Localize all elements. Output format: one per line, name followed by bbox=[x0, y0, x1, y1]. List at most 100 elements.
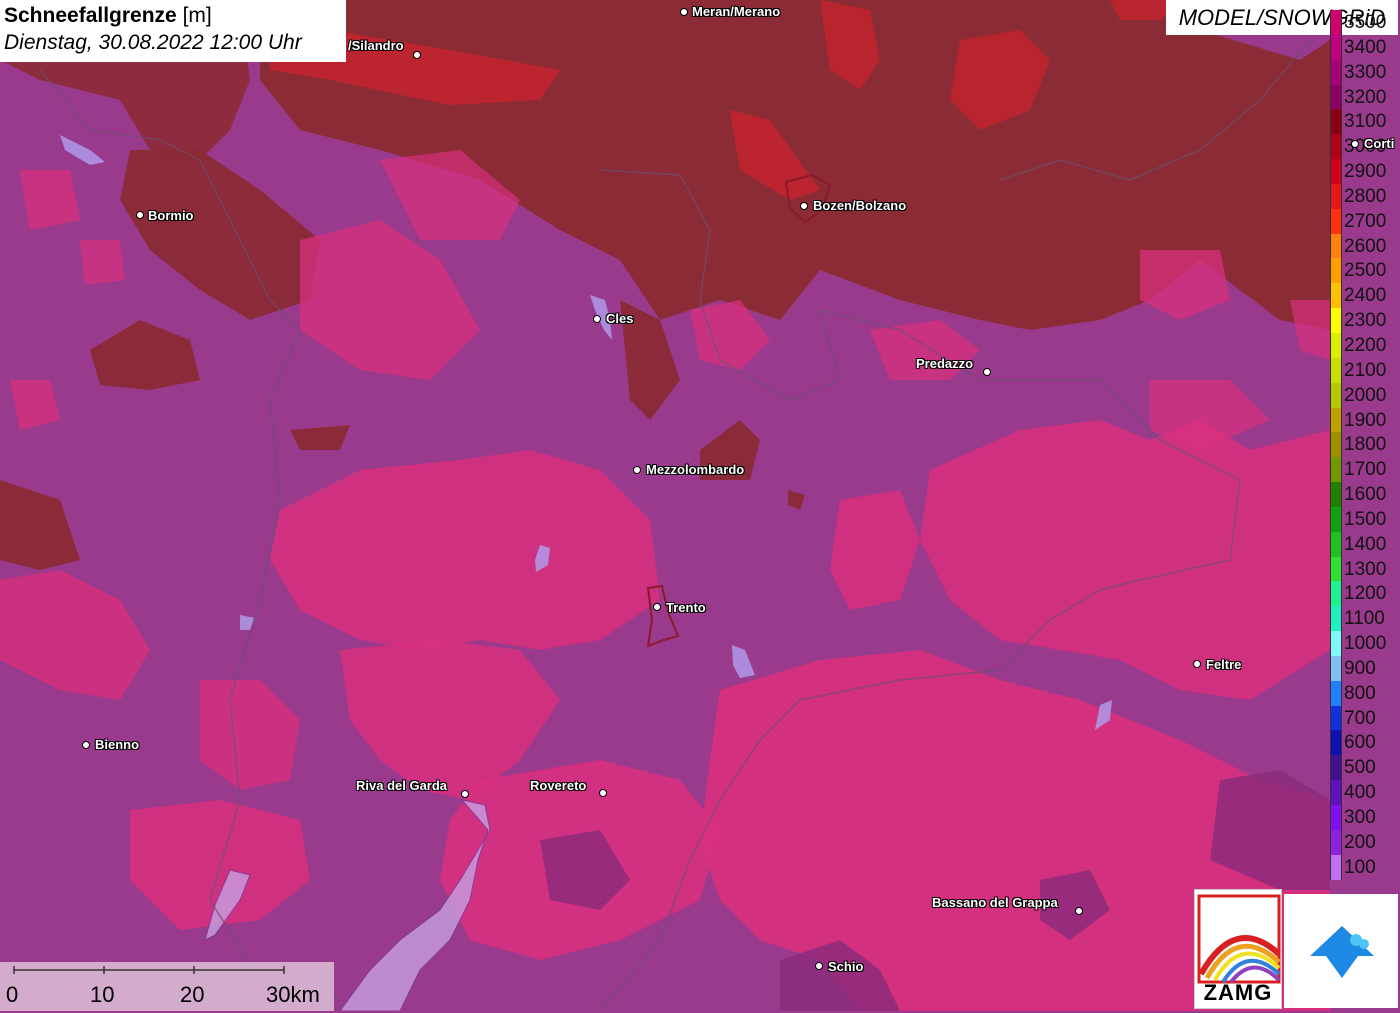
legend-label: 1900 bbox=[1344, 409, 1387, 431]
legend-row: 2700 bbox=[1330, 208, 1400, 234]
legend-swatch bbox=[1330, 606, 1342, 632]
legend-row: 1500 bbox=[1330, 506, 1400, 532]
legend-label: 400 bbox=[1344, 782, 1376, 804]
legend-row: 3200 bbox=[1330, 84, 1400, 110]
legend-swatch bbox=[1330, 506, 1342, 532]
legend-swatch bbox=[1330, 805, 1342, 830]
legend-label: 100 bbox=[1344, 856, 1376, 878]
city-marker[interactable] bbox=[815, 962, 823, 970]
city-marker[interactable] bbox=[653, 603, 661, 611]
scale-label-30: 30km bbox=[266, 982, 320, 1007]
scale-label-10: 10 bbox=[90, 982, 115, 1007]
city-label[interactable]: Feltre bbox=[1206, 657, 1241, 672]
city-marker[interactable] bbox=[82, 741, 90, 749]
legend-swatch bbox=[1330, 382, 1342, 408]
legend-row: 3400 bbox=[1330, 34, 1400, 60]
legend-swatch bbox=[1330, 655, 1342, 681]
city-marker[interactable] bbox=[1193, 660, 1201, 668]
legend-row: 2000 bbox=[1330, 382, 1400, 408]
legend-label: 2700 bbox=[1344, 210, 1387, 232]
legend-label: 3500 bbox=[1344, 12, 1387, 33]
map-datetime: Dienstag, 30.08.2022 12:00 Uhr bbox=[4, 31, 302, 54]
city-marker[interactable] bbox=[983, 368, 991, 376]
legend-row: 1900 bbox=[1330, 407, 1400, 433]
legend-label: 2200 bbox=[1344, 334, 1387, 356]
legend-label: 1200 bbox=[1344, 583, 1387, 605]
legend-row: 600 bbox=[1330, 730, 1400, 756]
legend-swatch bbox=[1330, 134, 1342, 160]
legend-label: 1700 bbox=[1344, 459, 1387, 481]
legend-row: 400 bbox=[1330, 780, 1400, 805]
legend-swatch bbox=[1330, 581, 1342, 607]
legend-swatch bbox=[1330, 183, 1342, 209]
snowfall-map[interactable] bbox=[0, 0, 1400, 1011]
legend-row: 2600 bbox=[1330, 233, 1400, 259]
legend-row: 2400 bbox=[1330, 283, 1400, 309]
city-marker[interactable] bbox=[1075, 907, 1083, 915]
legend-swatch bbox=[1330, 407, 1342, 433]
city-marker[interactable] bbox=[800, 202, 808, 210]
legend-label: 800 bbox=[1344, 682, 1376, 704]
legend-swatch bbox=[1330, 631, 1342, 656]
legend-swatch bbox=[1330, 556, 1342, 582]
legend-label: 200 bbox=[1344, 831, 1376, 853]
legend-row: 700 bbox=[1330, 705, 1400, 731]
city-marker[interactable] bbox=[1351, 140, 1359, 148]
legend-swatch bbox=[1330, 482, 1342, 507]
city-label[interactable]: Bienno bbox=[95, 737, 139, 752]
city-label[interactable]: Rovereto bbox=[530, 778, 586, 793]
legend-swatch bbox=[1330, 457, 1342, 483]
city-label[interactable]: Riva del Garda bbox=[356, 778, 447, 793]
legend-label: 2600 bbox=[1344, 235, 1387, 257]
city-label[interactable]: Trento bbox=[666, 600, 706, 615]
legend-label: 1100 bbox=[1344, 608, 1385, 630]
city-label[interactable]: Mezzolombardo bbox=[646, 462, 744, 477]
city-marker[interactable] bbox=[680, 8, 688, 16]
city-marker[interactable] bbox=[633, 466, 641, 474]
legend-swatch bbox=[1330, 357, 1342, 383]
legend-label: 2800 bbox=[1344, 185, 1387, 207]
city-label[interactable]: Corti bbox=[1364, 136, 1394, 151]
legend-label: 3100 bbox=[1344, 111, 1387, 133]
legend-row: 2300 bbox=[1330, 308, 1400, 333]
legend-row: 3500 bbox=[1330, 10, 1400, 35]
legend-label: 2900 bbox=[1344, 161, 1387, 183]
legend-swatch bbox=[1330, 34, 1342, 60]
map-title: Schneefallgrenze [m] bbox=[4, 3, 346, 29]
city-label[interactable]: Predazzo bbox=[916, 356, 973, 371]
city-label[interactable]: Cles bbox=[606, 311, 633, 326]
city-label[interactable]: Bozen/Bolzano bbox=[813, 198, 906, 213]
legend-swatch bbox=[1330, 10, 1342, 35]
snow-icon bbox=[1310, 926, 1374, 978]
city-marker[interactable] bbox=[136, 211, 144, 219]
legend-swatch bbox=[1330, 854, 1342, 880]
city-marker[interactable] bbox=[461, 790, 469, 798]
city-marker[interactable] bbox=[599, 789, 607, 797]
legend-swatch bbox=[1330, 332, 1342, 358]
legend-label: 500 bbox=[1344, 757, 1376, 779]
legend-swatch bbox=[1330, 84, 1342, 110]
zamg-logo[interactable]: ZAMG bbox=[1194, 889, 1282, 1009]
title-box: Schneefallgrenze [m] Dienstag, 30.08.202… bbox=[0, 0, 346, 62]
legend-swatch bbox=[1330, 308, 1342, 333]
legend-row: 200 bbox=[1330, 829, 1400, 855]
rainbow-icon bbox=[1197, 894, 1281, 984]
legend-row: 1200 bbox=[1330, 581, 1400, 607]
legend-swatch bbox=[1330, 730, 1342, 756]
legend-swatch bbox=[1330, 531, 1342, 557]
city-label[interactable]: Bassano del Grappa bbox=[932, 895, 1058, 910]
snowgrid-logo[interactable] bbox=[1284, 894, 1398, 1008]
scale-bar: 0 10 20 30km bbox=[0, 962, 334, 1011]
legend-swatch bbox=[1330, 432, 1342, 458]
city-marker[interactable] bbox=[413, 51, 421, 59]
legend-row: 3300 bbox=[1330, 59, 1400, 85]
city-label[interactable]: Meran/Merano bbox=[692, 4, 780, 19]
city-marker[interactable] bbox=[593, 315, 601, 323]
title-label: Schneefallgrenze bbox=[4, 4, 177, 27]
city-label[interactable]: Bormio bbox=[148, 208, 194, 223]
legend-swatch bbox=[1330, 705, 1342, 731]
legend-label: 300 bbox=[1344, 807, 1376, 828]
city-label[interactable]: Schio bbox=[828, 959, 863, 974]
city-label[interactable]: /Silandro bbox=[348, 38, 404, 53]
legend-swatch bbox=[1330, 283, 1342, 309]
